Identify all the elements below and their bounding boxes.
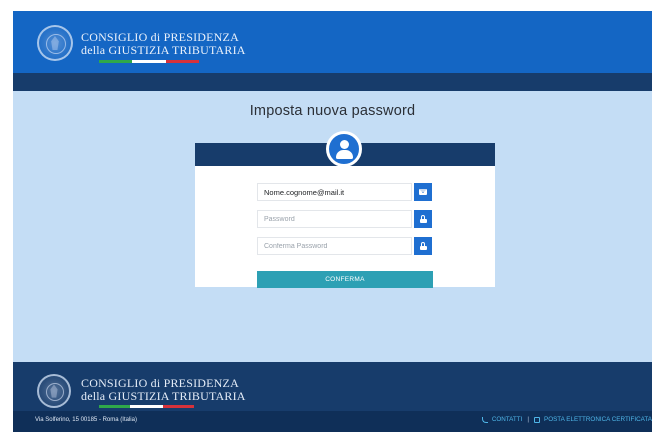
lock-icon (419, 242, 427, 250)
password-form-card: CONFERMA (195, 131, 495, 288)
password-addon (414, 210, 432, 228)
pec-icon (534, 416, 540, 423)
password-field[interactable] (257, 210, 412, 228)
confirm-password-field[interactable] (257, 237, 412, 255)
confirm-password-addon (414, 237, 432, 255)
envelope-icon (419, 189, 427, 195)
footer-org-line2: della GIUSTIZIA TRIBUTARIA (81, 389, 246, 403)
confirm-button[interactable]: CONFERMA (257, 271, 433, 288)
footer-brand[interactable]: CONSIGLIO di PRESIDENZA della GIUSTIZIA … (81, 377, 246, 403)
page-title: Imposta nuova password (249, 103, 416, 119)
header-band (13, 73, 652, 91)
italian-flag-stripe (99, 405, 194, 408)
contacts-link[interactable]: CONTATTI (492, 416, 523, 423)
email-row (257, 183, 433, 201)
emblem-icon (37, 25, 73, 61)
page-frame: CONSIGLIO di PRESIDENZA della GIUSTIZIA … (13, 11, 652, 432)
email-addon (414, 183, 432, 201)
confirm-password-row (257, 237, 433, 255)
footer-link-separator: | (527, 416, 529, 423)
italian-flag-stripe (99, 60, 199, 63)
email-field[interactable] (257, 183, 412, 201)
site-header: CONSIGLIO di PRESIDENZA della GIUSTIZIA … (13, 11, 652, 73)
lock-icon (419, 215, 427, 223)
header-org-line2: della GIUSTIZIA TRIBUTARIA (81, 43, 246, 57)
password-row (257, 210, 433, 228)
footer-links: CONTATTI | POSTA ELETTRONICA CERTIFICATA (481, 416, 652, 423)
phone-icon (481, 416, 488, 423)
user-icon (326, 131, 362, 167)
pec-link[interactable]: POSTA ELETTRONICA CERTIFICATA (544, 416, 652, 423)
emblem-icon (37, 374, 71, 408)
footer-address: Via Solferino, 15 00185 - Roma (Italia) (35, 417, 137, 423)
header-brand[interactable]: CONSIGLIO di PRESIDENZA della GIUSTIZIA … (81, 31, 246, 57)
